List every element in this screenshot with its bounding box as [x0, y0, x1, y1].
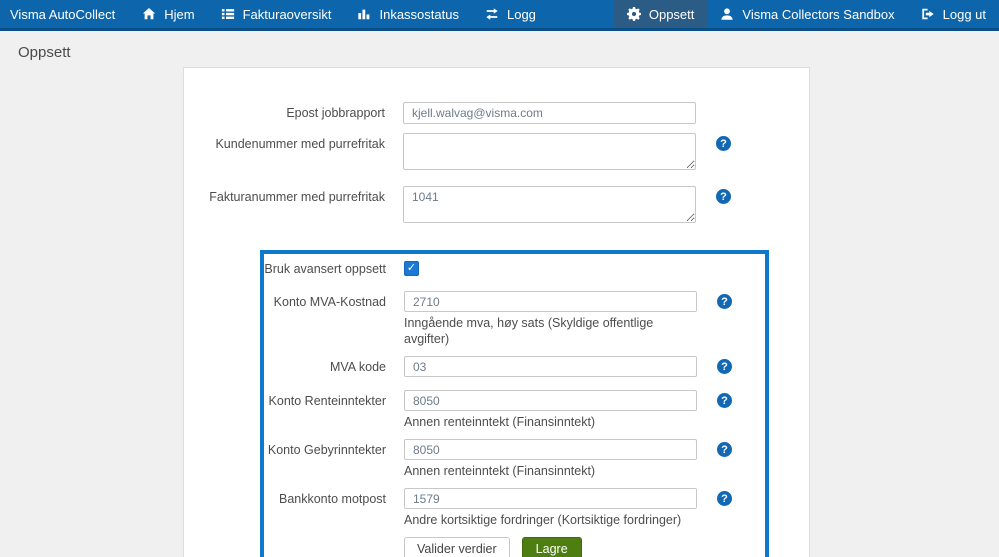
- konto-mva-kostnad-label: Konto MVA-Kostnad: [273, 295, 386, 309]
- bankkonto-motpost-input[interactable]: [404, 488, 697, 509]
- konto-renteinntekter-helper: Annen renteinntekt (Finansinntekt): [404, 415, 596, 429]
- validate-values-button[interactable]: Valider verdier: [404, 537, 510, 557]
- bankkonto-motpost-label: Bankkonto motpost: [278, 492, 386, 506]
- bar-chart-icon: [357, 7, 371, 21]
- konto-mva-kostnad-helper: Inngående mva, høy sats (Skyldige offent…: [404, 316, 654, 346]
- help-icon[interactable]: ?: [717, 442, 732, 457]
- exchange-icon: [485, 7, 499, 21]
- mva-kode-label: MVA kode: [329, 360, 386, 374]
- home-icon: [142, 7, 156, 21]
- email-jobreport-label: Epost jobbrapport: [286, 106, 385, 120]
- nav-label: Hjem: [164, 6, 195, 22]
- help-icon[interactable]: ?: [716, 136, 731, 151]
- app-brand[interactable]: Visma AutoCollect: [0, 0, 129, 28]
- page-title: Oppsett: [18, 44, 71, 61]
- email-jobreport-input[interactable]: [403, 102, 696, 124]
- help-icon[interactable]: ?: [717, 393, 732, 408]
- save-button[interactable]: Lagre: [521, 537, 582, 557]
- nav-item-logout[interactable]: Logg ut: [908, 0, 999, 28]
- konto-renteinntekter-input[interactable]: [404, 390, 697, 411]
- nav-label: Visma Collectors Sandbox: [742, 6, 895, 22]
- advanced-settings-box: Bruk avansert oppsett ✓ Konto MVA-Kostna…: [260, 250, 769, 557]
- mva-kode-input[interactable]: [404, 356, 697, 377]
- bruk-avansert-label: Bruk avansert oppsett: [264, 262, 386, 276]
- help-icon[interactable]: ?: [717, 294, 732, 309]
- help-icon[interactable]: ?: [716, 189, 731, 204]
- nav-label: Inkassostatus: [379, 6, 459, 22]
- nav-item-user[interactable]: Visma Collectors Sandbox: [707, 0, 907, 28]
- settings-panel: Epost jobbrapport Kundenummer med purref…: [183, 67, 810, 557]
- nav-item-hjem[interactable]: Hjem: [129, 0, 207, 28]
- bruk-avansert-checkbox[interactable]: ✓: [404, 261, 419, 276]
- kundenummer-textarea[interactable]: [403, 133, 696, 170]
- kundenummer-label: Kundenummer med purrefritak: [215, 137, 385, 151]
- konto-gebyrinntekter-helper: Annen renteinntekt (Finansinntekt): [404, 464, 596, 478]
- fakturanummer-label: Fakturanummer med purrefritak: [209, 190, 385, 204]
- top-navbar: Visma AutoCollect Hjem Fakturaoversikt I…: [0, 0, 999, 31]
- logout-icon: [921, 7, 935, 21]
- nav-label: Logg: [506, 6, 536, 22]
- nav-item-inkassostatus[interactable]: Inkassostatus: [344, 0, 472, 28]
- checkmark-icon: ✓: [406, 262, 417, 274]
- help-icon[interactable]: ?: [717, 491, 732, 506]
- konto-renteinntekter-label: Konto Renteinntekter: [268, 394, 386, 408]
- gear-icon: [626, 7, 641, 21]
- navbar-spacer: [549, 0, 614, 28]
- bankkonto-motpost-helper: Andre kortsiktige fordringer (Kortsiktig…: [404, 513, 682, 527]
- user-icon: [720, 7, 734, 21]
- fakturanummer-textarea[interactable]: 1041: [403, 186, 696, 223]
- konto-gebyrinntekter-label: Konto Gebyrinntekter: [267, 443, 386, 457]
- help-icon[interactable]: ?: [717, 359, 732, 374]
- nav-item-logg[interactable]: Logg: [472, 0, 549, 28]
- nav-item-fakturaoversikt[interactable]: Fakturaoversikt: [208, 0, 345, 28]
- nav-item-oppsett[interactable]: Oppsett: [613, 0, 708, 28]
- list-icon: [221, 7, 235, 21]
- konto-mva-kostnad-input[interactable]: [404, 291, 697, 312]
- nav-label: Logg ut: [942, 6, 986, 22]
- konto-gebyrinntekter-input[interactable]: [404, 439, 697, 460]
- nav-label: Fakturaoversikt: [242, 6, 332, 22]
- nav-label: Oppsett: [648, 6, 695, 22]
